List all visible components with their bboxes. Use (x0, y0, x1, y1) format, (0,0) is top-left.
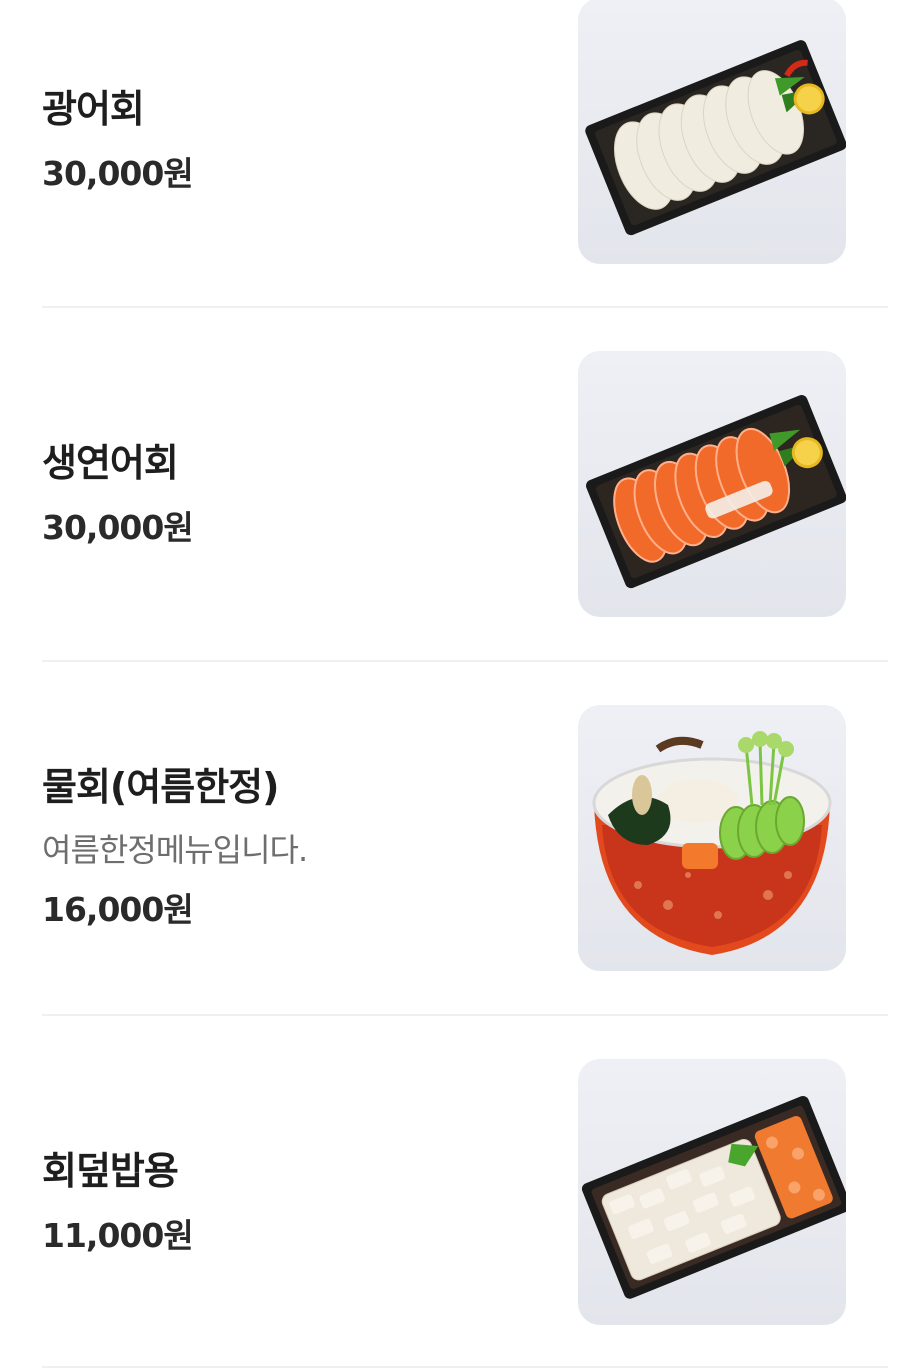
flatfish-sashimi-image (585, 40, 846, 236)
menu-item-name: 광어회 (42, 87, 145, 131)
menu-item-info: 생연어회 30,000원 (42, 432, 194, 549)
menu-item-image-hoedeopbap[interactable] (578, 1059, 846, 1325)
menu-item-info: 광어회 30,000원 (42, 78, 194, 195)
menu-item-price: 16,000원 (42, 890, 194, 929)
menu-item-price: 30,000원 (42, 508, 194, 547)
menu-item-name: 물회(여름한정) (42, 765, 280, 809)
menu-item-image-flatfish[interactable] (578, 0, 846, 264)
menu-item-price: 30,000원 (42, 154, 194, 193)
menu-item-name: 회덮밥용 (42, 1149, 179, 1193)
mulhoe-image (592, 731, 832, 955)
menu-item-image-salmon[interactable] (578, 351, 846, 617)
menu-item-image-mulhoe[interactable] (578, 705, 846, 971)
menu-item-price: 11,000원 (42, 1216, 194, 1255)
menu-item-info: 회덮밥용 11,000원 (42, 1140, 194, 1257)
menu-list: 광어회 30,000원 생연어회 30,000원 물회(여름한정) 여름한정메뉴… (0, 0, 900, 1369)
menu-item-name: 생연어회 (42, 441, 179, 485)
salmon-sashimi-image (586, 395, 846, 589)
menu-item-description: 여름한정메뉴입니다. (42, 831, 308, 869)
menu-item-info: 물회(여름한정) 여름한정메뉴입니다. 16,000원 (42, 756, 308, 931)
hoedeopbap-image (581, 1095, 846, 1299)
divider (42, 1366, 888, 1368)
